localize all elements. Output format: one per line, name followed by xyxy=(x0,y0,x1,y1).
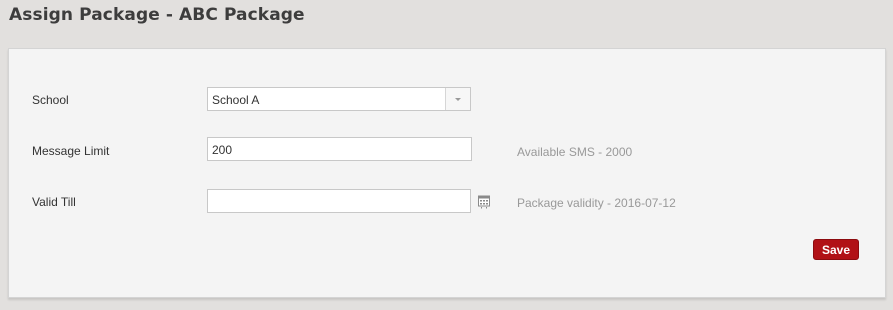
page-title: Assign Package - ABC Package xyxy=(9,5,305,25)
save-button[interactable]: Save xyxy=(813,239,859,260)
school-label: School xyxy=(32,93,69,107)
school-select[interactable]: School A xyxy=(207,87,471,111)
select-arrow-button[interactable] xyxy=(445,88,470,110)
chevron-down-icon xyxy=(455,98,461,101)
valid-till-label: Valid Till xyxy=(32,195,76,209)
school-select-value: School A xyxy=(212,93,260,107)
calendar-icon[interactable] xyxy=(478,195,490,209)
available-sms-text: Available SMS - 2000 xyxy=(517,145,633,159)
valid-till-input[interactable] xyxy=(207,189,471,213)
message-limit-input[interactable]: 200 xyxy=(207,137,472,161)
message-limit-label: Message Limit xyxy=(32,144,110,158)
assign-package-form: School School A Message Limit 200 Availa… xyxy=(8,48,886,298)
package-validity-text: Package validity - 2016-07-12 xyxy=(517,196,676,210)
